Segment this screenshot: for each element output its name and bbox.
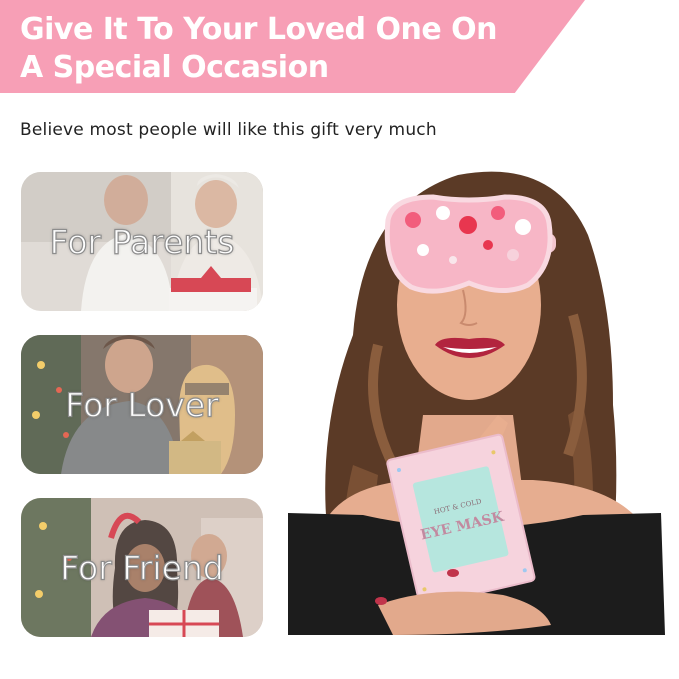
card-label-parents: For Parents: [49, 221, 235, 261]
subtitle: Believe most people will like this gift …: [20, 120, 437, 140]
card-for-lover: For Lover: [21, 335, 263, 474]
card-label-lover: For Lover: [65, 384, 220, 424]
model-with-eye-mask-photo: HOT & COLD EYE MASK: [283, 165, 679, 645]
card-label-friend: For Friend: [60, 547, 225, 587]
card-for-friend: For Friend: [21, 498, 263, 637]
card-for-parents: For Parents: [21, 172, 263, 311]
banner-title-line-1: Give It To Your Loved One On: [20, 12, 497, 47]
banner-title-line-2: A Special Occasion: [20, 50, 329, 85]
